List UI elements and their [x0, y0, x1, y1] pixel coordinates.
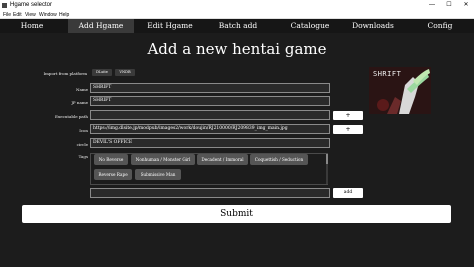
name-input[interactable]: SHRIFT — [90, 83, 330, 93]
minimize-button[interactable]: — — [424, 0, 440, 11]
name-label: Name — [75, 87, 88, 92]
close-button[interactable]: ✕ — [458, 0, 474, 11]
add-tag-button[interactable]: add — [333, 188, 363, 198]
tab-edit-hgame[interactable]: Edit Hgame — [140, 19, 200, 33]
icon-input[interactable]: https://img.dlsite.jp/modpub/images2/wor… — [90, 124, 330, 134]
executable-path-input[interactable] — [90, 110, 330, 120]
menu-help[interactable]: Help — [59, 11, 69, 19]
menu-window[interactable]: Window — [39, 11, 57, 19]
tag-chip[interactable]: Reverse Rape — [94, 169, 132, 180]
circle-input[interactable]: DEVIL'S OFFICE — [90, 138, 330, 148]
maximize-button[interactable]: ☐ — [441, 0, 457, 11]
menu-bar: File Edit View Window Help — [0, 11, 474, 19]
tag-chip[interactable]: Coquettish / Seduction — [250, 154, 308, 165]
executable-path-label: Executable path — [55, 114, 88, 119]
tag-chip[interactable]: Nonhuman / Monster Girl — [131, 154, 195, 165]
tag-input[interactable] — [90, 188, 330, 198]
tab-config[interactable]: Config — [420, 19, 460, 33]
menu-file[interactable]: File — [3, 11, 11, 19]
title-bar: Hgame selector — ☐ ✕ — [0, 0, 474, 11]
window-title: Hgame selector — [10, 2, 53, 8]
icon-label: Icon — [79, 128, 88, 133]
tab-downloads[interactable]: Downloads — [348, 19, 398, 33]
page-title: Add a new hentai game — [147, 40, 327, 58]
tab-home[interactable]: Home — [10, 19, 54, 33]
tab-batch-add[interactable]: Batch add — [210, 19, 266, 33]
jp-name-input[interactable]: SHRIFT — [90, 96, 330, 106]
browse-executable-button[interactable]: + — [333, 111, 363, 120]
tag-chip[interactable]: No Reverse — [94, 154, 128, 165]
menu-edit[interactable]: Edit — [13, 11, 22, 19]
tab-catalogue[interactable]: Catalogue — [280, 19, 340, 33]
tag-chip[interactable]: Submissive Man — [135, 169, 181, 180]
submit-button[interactable]: Submit — [22, 205, 451, 223]
import-label: Import from platform — [43, 71, 87, 76]
browse-icon-button[interactable]: + — [333, 125, 363, 134]
game-cover-image: SHRIFT — [369, 67, 431, 114]
app-icon — [2, 3, 7, 8]
tag-chip[interactable]: Decadent / Immoral — [197, 154, 248, 165]
jp-name-label: JP name — [71, 100, 88, 105]
circle-label: circle — [76, 142, 88, 147]
import-vndb-button[interactable]: VNDB — [115, 69, 135, 76]
menu-view[interactable]: View — [25, 11, 36, 19]
tag-scrollbar-thumb[interactable] — [326, 154, 328, 164]
import-dlsite-button[interactable]: DLsite — [92, 69, 112, 76]
tab-add-hgame[interactable]: Add Hgame — [68, 19, 134, 33]
tags-label: Tags — [78, 154, 88, 159]
cover-title-text: SHRIFT — [373, 70, 402, 78]
